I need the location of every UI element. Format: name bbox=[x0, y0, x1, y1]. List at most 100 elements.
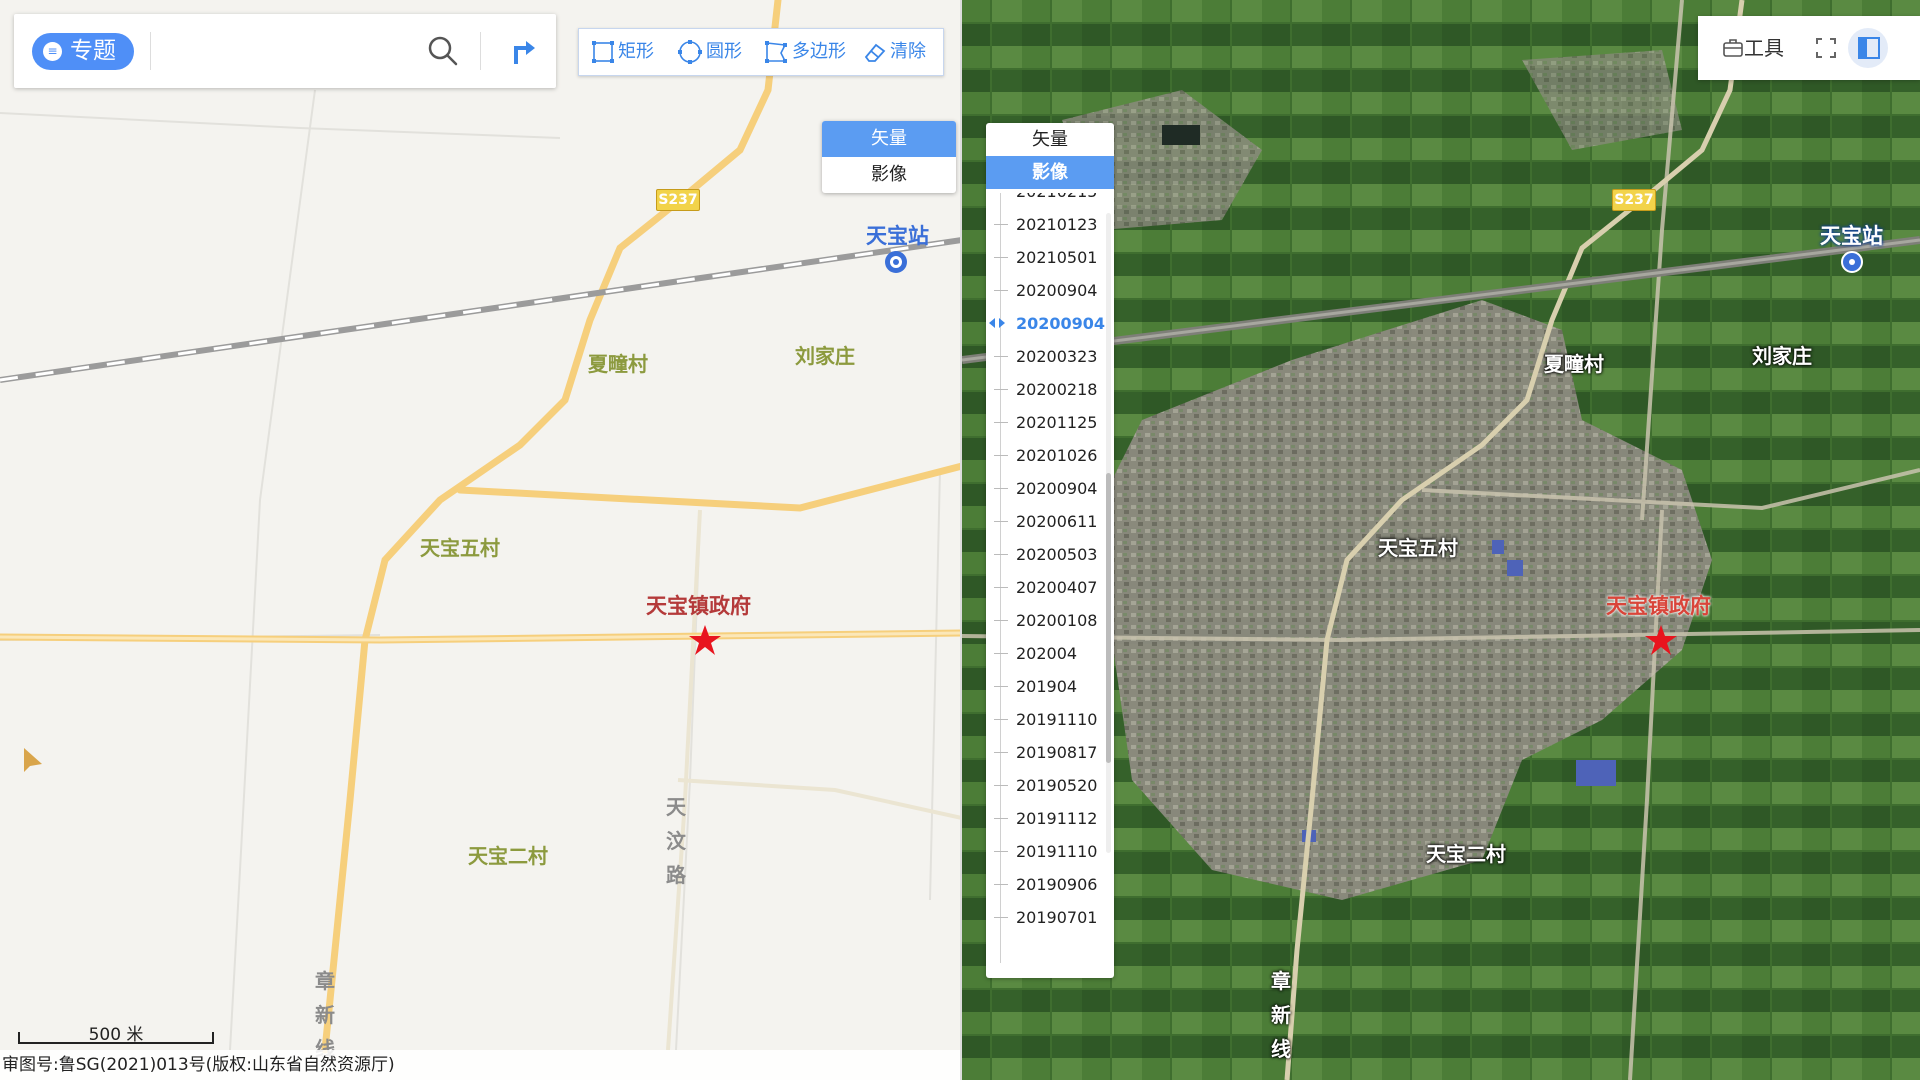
cursor-icon bbox=[24, 748, 42, 772]
date-label: 20200323 bbox=[1016, 347, 1098, 366]
date-label: 20200218 bbox=[1016, 380, 1098, 399]
date-label: 20200904 bbox=[1016, 281, 1098, 300]
date-item[interactable]: 20210501 bbox=[986, 241, 1106, 274]
label-station-right[interactable]: 天宝站 bbox=[1820, 220, 1883, 250]
date-list[interactable]: 20210215 20210123 20210501 20200904 2020090… bbox=[986, 193, 1114, 963]
date-label: 20190817 bbox=[1016, 743, 1098, 762]
label-wucun-right[interactable]: 天宝五村 bbox=[1378, 532, 1458, 561]
date-item[interactable]: 20190817 bbox=[986, 736, 1106, 769]
label-gov[interactable]: 天宝镇政府 bbox=[646, 590, 751, 620]
right-toolbar: 工具 bbox=[1698, 16, 1920, 80]
rectangle-icon bbox=[592, 41, 614, 63]
date-item[interactable]: 20200108 bbox=[986, 604, 1106, 637]
divider bbox=[150, 32, 151, 70]
date-item[interactable]: 20191112 bbox=[986, 802, 1106, 835]
label-wucun[interactable]: 天宝五村 bbox=[420, 532, 500, 561]
date-label: 20200407 bbox=[1016, 578, 1098, 597]
clear-tool-label: 清除 bbox=[890, 41, 926, 62]
date-label: 20200904 bbox=[1016, 314, 1106, 333]
date-label: 202004 bbox=[1016, 644, 1078, 663]
label-zhangxin-road-right: 章新线 bbox=[1271, 969, 1291, 1061]
date-item[interactable]: 20200218 bbox=[986, 373, 1106, 406]
date-item[interactable]: 202004 bbox=[986, 637, 1106, 670]
date-label: 20191112 bbox=[1016, 809, 1098, 828]
date-item[interactable]: 20210123 bbox=[986, 208, 1106, 241]
label-tianwen-road: 天汶路 bbox=[666, 795, 686, 887]
date-label: 20210123 bbox=[1016, 215, 1098, 234]
date-item[interactable]: 20190701 bbox=[986, 901, 1106, 934]
polygon-icon bbox=[765, 41, 787, 63]
label-station[interactable]: 天宝站 bbox=[866, 220, 929, 250]
route-icon[interactable] bbox=[504, 32, 540, 68]
polygon-tool-button[interactable]: 多边形 bbox=[763, 29, 846, 75]
date-item[interactable]: 20190520 bbox=[986, 769, 1106, 802]
scale-bar: 500 米 bbox=[18, 1016, 214, 1045]
rect-tool-button[interactable]: 矩形 bbox=[591, 29, 654, 75]
tools-button[interactable]: 工具 bbox=[1722, 32, 1784, 64]
date-item[interactable]: 20200503 bbox=[986, 538, 1106, 571]
label-liujia-right[interactable]: 刘家庄 bbox=[1752, 340, 1812, 369]
date-item[interactable]: 20200904 bbox=[986, 307, 1106, 340]
circle-tool-label: 圆形 bbox=[706, 41, 742, 62]
date-label: 20190906 bbox=[1016, 875, 1098, 894]
rect-tool-label: 矩形 bbox=[618, 41, 654, 62]
circle-tool-button[interactable]: 圆形 bbox=[677, 29, 742, 75]
date-item[interactable]: 20200904 bbox=[986, 472, 1106, 505]
layer-vector-button[interactable]: 矢量 bbox=[822, 121, 956, 157]
date-item[interactable]: 20191110 bbox=[986, 703, 1106, 736]
search-icon[interactable] bbox=[426, 34, 460, 68]
date-item[interactable]: 20191110 bbox=[986, 835, 1106, 868]
date-item[interactable]: 20200323 bbox=[986, 340, 1106, 373]
label-liujia[interactable]: 刘家庄 bbox=[795, 340, 855, 369]
imagery-date-panel: 矢量 影像 20210215 2021012320210501202009042… bbox=[986, 123, 1114, 978]
clear-tool-button[interactable]: 清除 bbox=[863, 29, 926, 75]
date-label: 20201026 bbox=[1016, 446, 1098, 465]
date-label: 20210501 bbox=[1016, 248, 1098, 267]
label-xiatong-right[interactable]: 夏疃村 bbox=[1544, 348, 1604, 377]
eraser-icon bbox=[864, 43, 886, 62]
list-icon: ≡ bbox=[43, 42, 62, 61]
layer-imagery-tab[interactable]: 影像 bbox=[986, 156, 1114, 189]
layer-imagery-button[interactable]: 影像 bbox=[822, 157, 956, 193]
label-gov-right[interactable]: 天宝镇政府 bbox=[1606, 590, 1711, 620]
fullscreen-icon[interactable] bbox=[1814, 36, 1838, 60]
date-label: 20200611 bbox=[1016, 512, 1098, 531]
date-label: 201904 bbox=[1016, 677, 1078, 696]
topic-label: 专题 bbox=[70, 38, 116, 64]
layer-vector-tab[interactable]: 矢量 bbox=[986, 123, 1114, 156]
date-label: 20201125 bbox=[1016, 413, 1098, 432]
toolbox-icon bbox=[1723, 39, 1743, 57]
label-ercun-right[interactable]: 天宝二村 bbox=[1426, 838, 1506, 867]
polygon-tool-label: 多边形 bbox=[792, 41, 846, 62]
topic-button[interactable]: ≡ 专题 bbox=[32, 33, 134, 70]
road-shield-s237: S237 bbox=[656, 189, 700, 211]
split-screen-icon bbox=[1858, 37, 1880, 59]
date-item[interactable]: 201904 bbox=[986, 670, 1106, 703]
circle-icon bbox=[678, 40, 702, 64]
layer-switcher-left: 矢量 影像 bbox=[822, 121, 956, 193]
date-item[interactable]: 20190906 bbox=[986, 868, 1106, 901]
active-marker-icon bbox=[989, 318, 1005, 328]
date-item[interactable]: 20200904 bbox=[986, 274, 1106, 307]
vector-map-pane[interactable]: S237 天宝站 夏疃村 刘家庄 天宝五村 天宝镇政府 天宝二村 天汶路 章新线… bbox=[0, 0, 962, 1080]
date-item[interactable]: 20201026 bbox=[986, 439, 1106, 472]
date-label: 20191110 bbox=[1016, 710, 1098, 729]
date-label: 20200503 bbox=[1016, 545, 1098, 564]
date-label: 20200904 bbox=[1016, 479, 1098, 498]
scrollbar-thumb[interactable] bbox=[1106, 473, 1111, 763]
date-item-partial[interactable]: 20210215 bbox=[986, 193, 1106, 208]
date-item[interactable]: 20201125 bbox=[986, 406, 1106, 439]
date-item[interactable]: 20200611 bbox=[986, 505, 1106, 538]
search-input[interactable] bbox=[162, 34, 426, 70]
date-label: 20200108 bbox=[1016, 611, 1098, 630]
tools-label: 工具 bbox=[1744, 36, 1784, 60]
date-label: 20190701 bbox=[1016, 908, 1098, 927]
label-xiatong[interactable]: 夏疃村 bbox=[588, 348, 648, 377]
copyright-footer: 审图号:鲁SG(2021)013号(版权:山东省自然资源厅) bbox=[0, 1050, 962, 1080]
label-ercun[interactable]: 天宝二村 bbox=[468, 840, 548, 869]
divider bbox=[480, 32, 481, 70]
date-label: 20191110 bbox=[1016, 842, 1098, 861]
date-item[interactable]: 20200407 bbox=[986, 571, 1106, 604]
split-view-button[interactable] bbox=[1848, 28, 1888, 68]
road-shield-s237-right: S237 bbox=[1612, 189, 1656, 211]
